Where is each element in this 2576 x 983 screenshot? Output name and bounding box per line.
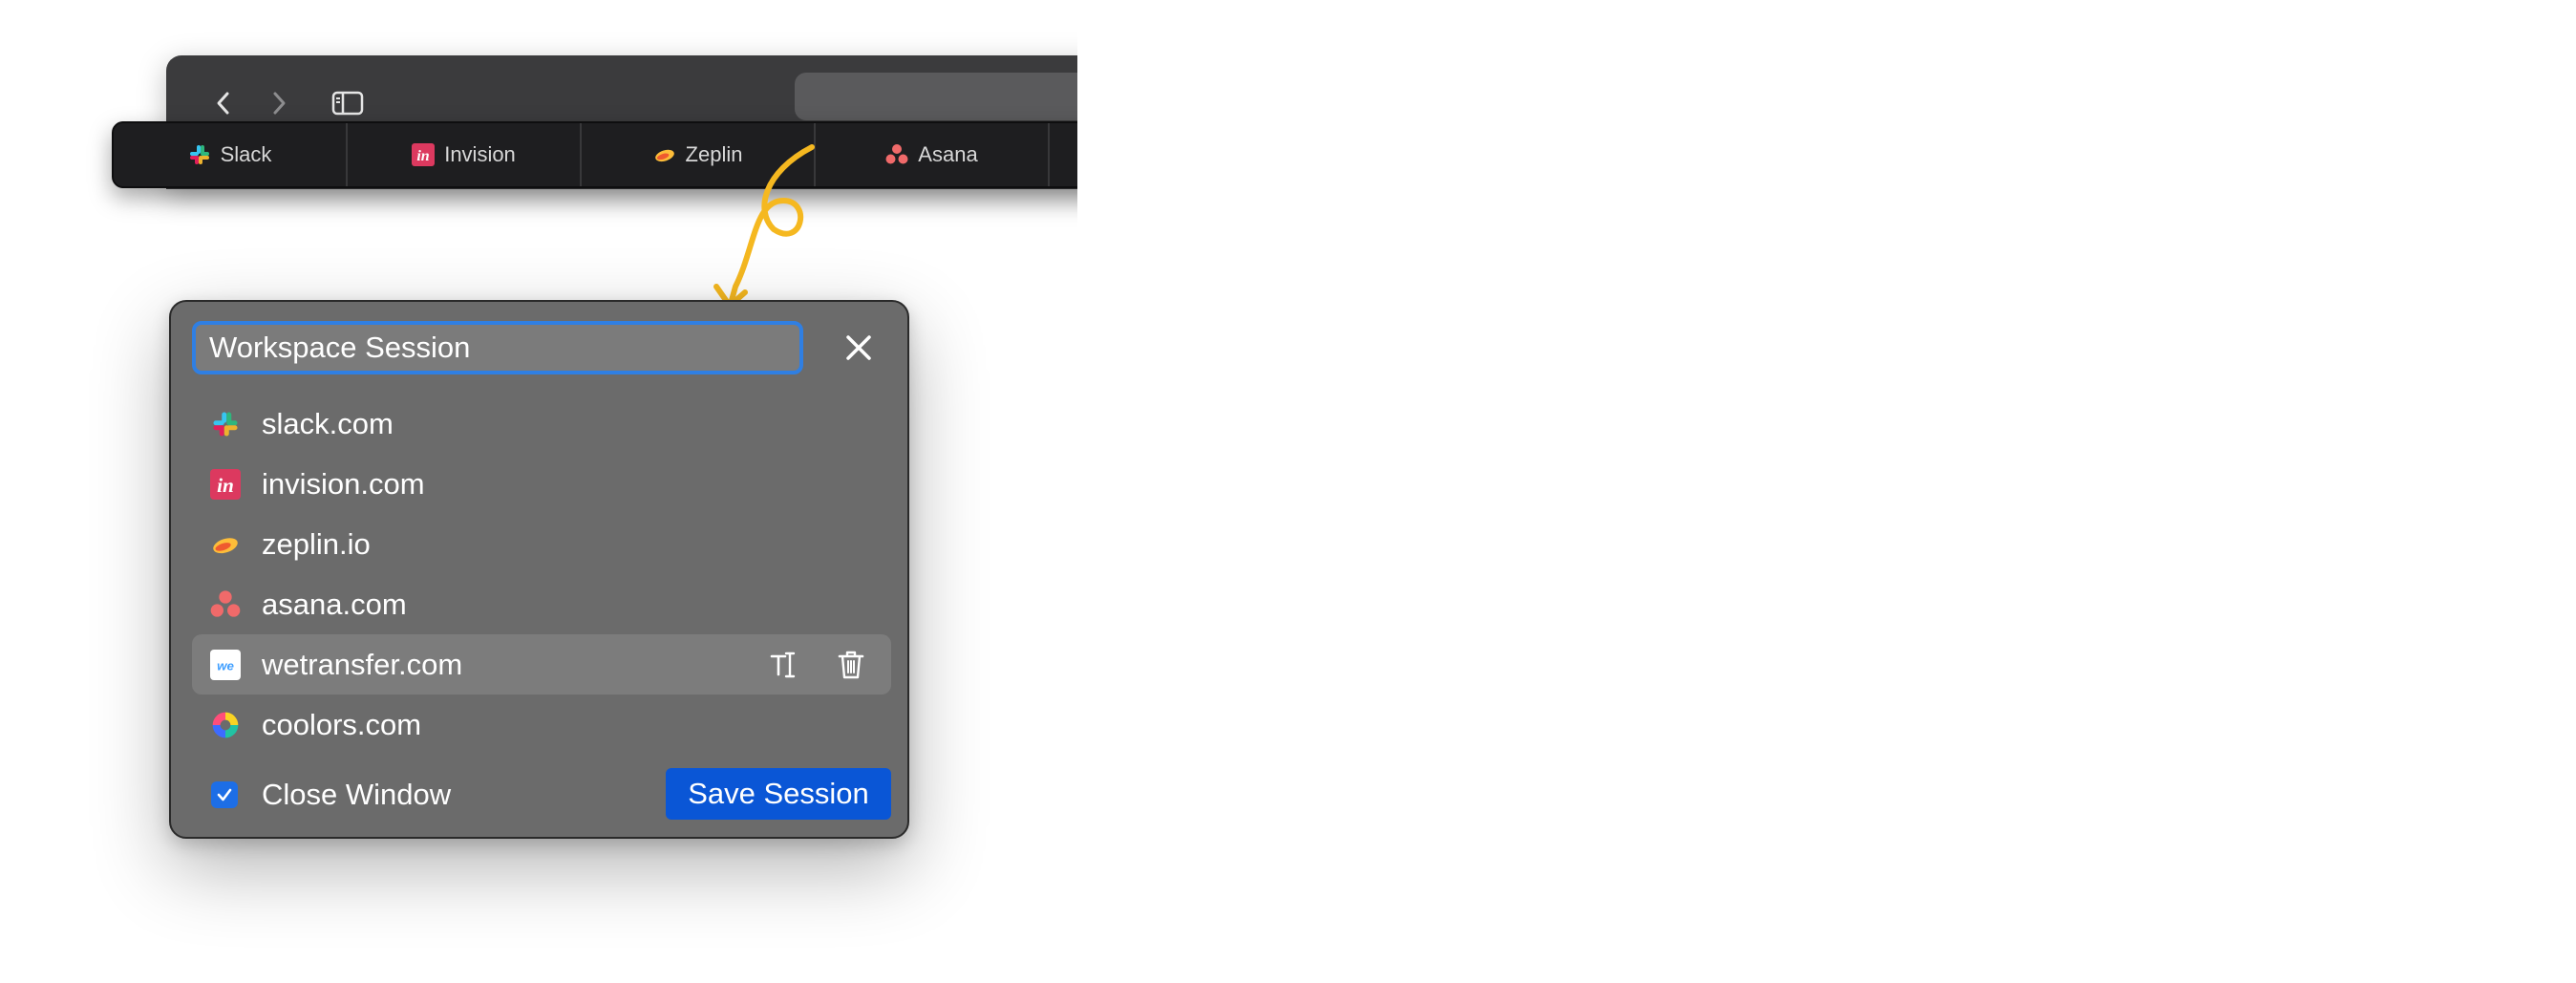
curly-arrow-icon	[713, 144, 815, 309]
tab-invision[interactable]: in Invision	[348, 123, 582, 186]
svg-text:in: in	[217, 474, 234, 497]
sidebar-icon	[331, 91, 364, 116]
tab-slack[interactable]: Slack	[114, 123, 348, 186]
save-session-button[interactable]: Save Session	[666, 768, 891, 820]
trash-icon	[838, 651, 864, 678]
asana-icon	[209, 588, 242, 621]
close-icon	[846, 335, 871, 360]
slack-icon	[188, 143, 211, 166]
rename-button[interactable]	[765, 646, 803, 684]
session-name-input[interactable]	[192, 321, 803, 374]
site-label: slack.com	[262, 406, 394, 440]
svg-text:in: in	[417, 148, 430, 164]
panel-footer: Close Window Save Session	[192, 768, 891, 823]
tab-asana[interactable]: Asana	[816, 123, 1050, 186]
coolors-icon	[209, 709, 242, 741]
site-label: zeplin.io	[262, 526, 371, 561]
svg-text:we: we	[217, 658, 234, 673]
tab-label: Slack	[220, 142, 272, 166]
site-label: coolors.com	[262, 707, 422, 741]
list-item-coolors[interactable]: coolors.com	[192, 695, 891, 755]
list-item-slack[interactable]: slack.com	[192, 394, 891, 454]
invision-icon: in	[209, 468, 242, 501]
sidebar-toggle-button[interactable]	[329, 84, 367, 122]
list-item-wetransfer[interactable]: we wetransfer.com	[192, 634, 891, 695]
back-button[interactable]	[204, 84, 243, 122]
tab-label: Invision	[444, 142, 516, 166]
list-item-asana[interactable]: asana.com	[192, 574, 891, 634]
site-label: asana.com	[262, 587, 407, 621]
chevron-right-icon	[273, 92, 286, 115]
invision-icon: in	[412, 143, 436, 166]
wetransfer-icon: we	[209, 649, 242, 681]
site-label: invision.com	[262, 466, 425, 501]
tab-label: Asana	[918, 142, 978, 166]
tab-bar: Slack in Invision Zeplin Asana	[112, 121, 1077, 188]
chevron-left-icon	[217, 92, 229, 115]
close-window-checkbox[interactable]	[211, 781, 238, 808]
close-window-label: Close Window	[262, 778, 452, 811]
forward-button[interactable]	[260, 84, 298, 122]
close-button[interactable]	[836, 325, 882, 371]
asana-icon	[885, 143, 908, 166]
list-item-invision[interactable]: in invision.com	[192, 454, 891, 514]
zeplin-icon	[209, 528, 242, 561]
slack-icon	[209, 408, 242, 440]
site-list: slack.com in invision.com zeplin.io asan…	[192, 394, 891, 755]
checkmark-icon	[217, 788, 232, 801]
list-item-zeplin[interactable]: zeplin.io	[192, 514, 891, 574]
rename-icon	[770, 652, 796, 677]
browser-window: Slack in Invision Zeplin Asana	[0, 0, 1077, 315]
address-bar[interactable]	[795, 73, 1077, 120]
delete-button[interactable]	[832, 646, 870, 684]
save-session-panel: slack.com in invision.com zeplin.io asan…	[169, 300, 909, 839]
site-label: wetransfer.com	[262, 647, 463, 681]
zeplin-icon	[653, 143, 676, 166]
